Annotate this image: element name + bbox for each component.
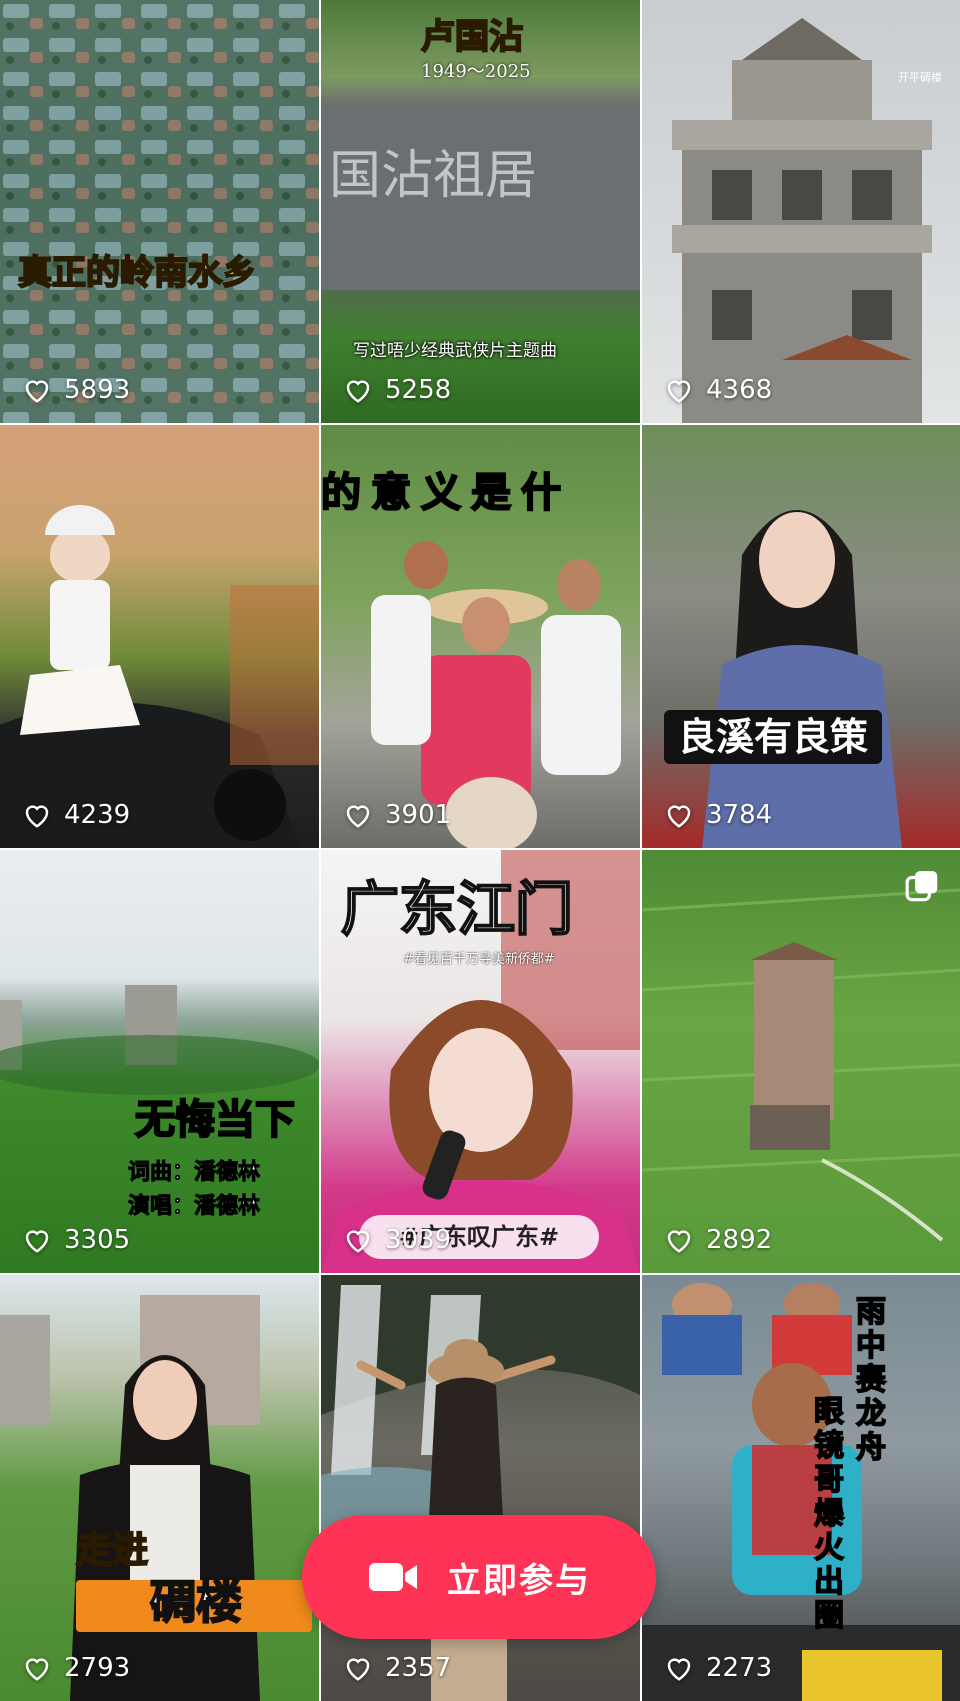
like-count: 2357 — [343, 1653, 451, 1683]
like-count: 3901 — [343, 800, 451, 830]
video-tile[interactable]: 4239 — [0, 425, 319, 848]
watchtower-image — [672, 18, 932, 423]
heart-icon — [25, 1230, 49, 1253]
watermark: 开平碉楼 — [898, 71, 942, 84]
tile-caption: 真正的岭南水乡 — [17, 253, 257, 293]
woman-portrait-image — [702, 510, 902, 848]
tile-caption: 广东江门 — [340, 875, 574, 943]
tile-caption-sub: 1949～2025 — [421, 61, 531, 82]
scooter-rider-image — [0, 505, 319, 848]
like-count: 3784 — [664, 800, 772, 830]
participate-label: 立即参与 — [447, 1560, 591, 1601]
heart-icon — [346, 805, 370, 828]
like-count: 2273 — [664, 1653, 772, 1683]
like-count: 2793 — [22, 1653, 130, 1683]
video-grid: 真正的岭南水乡 5893 国沾祖居 卢国沾 1949～2025 写过唔少经典武侠… — [0, 0, 960, 1701]
tile-caption: 良溪有良策 — [664, 710, 883, 764]
tile-credit: 演唱：潘德林 — [127, 1194, 261, 1219]
dragon-boat-image — [642, 1283, 960, 1701]
heart-icon — [25, 805, 49, 828]
tile-footer-text: 写过唔少经典武侠片主题曲 — [353, 341, 557, 361]
like-count: 5258 — [343, 375, 451, 405]
video-tile[interactable]: 真正的岭南水乡 5893 — [0, 0, 319, 423]
heart-icon — [667, 1658, 691, 1681]
video-tile[interactable]: 无悔当下 词曲：潘德林 演唱：潘德林 3305 — [0, 850, 319, 1273]
video-camera-icon — [369, 1563, 417, 1591]
heart-icon — [667, 805, 691, 828]
aerial-village-image — [0, 0, 319, 423]
video-tile[interactable]: 走进 碉楼 2793 — [0, 1275, 319, 1701]
participate-button[interactable]: 立即参与 — [302, 1515, 656, 1639]
sign-text: 国沾祖居 — [329, 146, 538, 206]
heart-icon — [667, 1230, 691, 1253]
like-count: 3305 — [22, 1225, 130, 1255]
heart-icon — [667, 380, 691, 403]
tile-credit: 词曲：潘德林 — [127, 1160, 261, 1185]
video-tile[interactable]: 良溪有良策 3784 — [642, 425, 960, 848]
video-tile[interactable]: 雨中赛龙舟 眼镜哥爆火出圈 2273 — [642, 1275, 960, 1701]
like-count: 3039 — [343, 1225, 451, 1255]
video-tile[interactable]: 广东江门 #看见百千万寻美新侨都# #广东叹广东# 3039 — [321, 850, 640, 1273]
tile-caption: 无悔当下 — [134, 1097, 296, 1143]
heart-icon — [346, 1230, 370, 1253]
like-count: 4239 — [22, 800, 130, 830]
multi-image-icon — [905, 871, 938, 902]
tile-caption: 卢国沾 — [420, 17, 524, 57]
heart-icon — [346, 380, 370, 403]
tile-caption: 雨中赛龙舟 — [849, 1294, 886, 1466]
heart-icon — [25, 380, 49, 403]
tile-caption-sub: #看见百千万寻美新侨都# — [403, 952, 555, 967]
heart-icon — [25, 1658, 49, 1681]
tile-caption: 眼镜哥爆火出圈 — [807, 1394, 844, 1634]
tile-caption: 的意义是什 — [321, 469, 571, 516]
video-tile[interactable]: 的意义是什 3901 — [321, 425, 640, 848]
like-count: 5893 — [22, 375, 130, 405]
like-count: 2892 — [664, 1225, 772, 1255]
heart-icon — [346, 1658, 370, 1681]
woman-at-tower-image — [0, 1295, 260, 1701]
video-tile[interactable]: 国沾祖居 卢国沾 1949～2025 写过唔少经典武侠片主题曲 5258 — [321, 0, 640, 423]
video-tile[interactable]: 2892 — [642, 850, 960, 1273]
tile-caption: 走进 — [75, 1530, 149, 1571]
like-count: 4368 — [664, 375, 772, 405]
tower-in-field-image — [642, 888, 960, 1242]
video-tile[interactable]: 开平碉楼 4368 — [642, 0, 960, 423]
tile-caption: 碉楼 — [149, 1575, 243, 1629]
